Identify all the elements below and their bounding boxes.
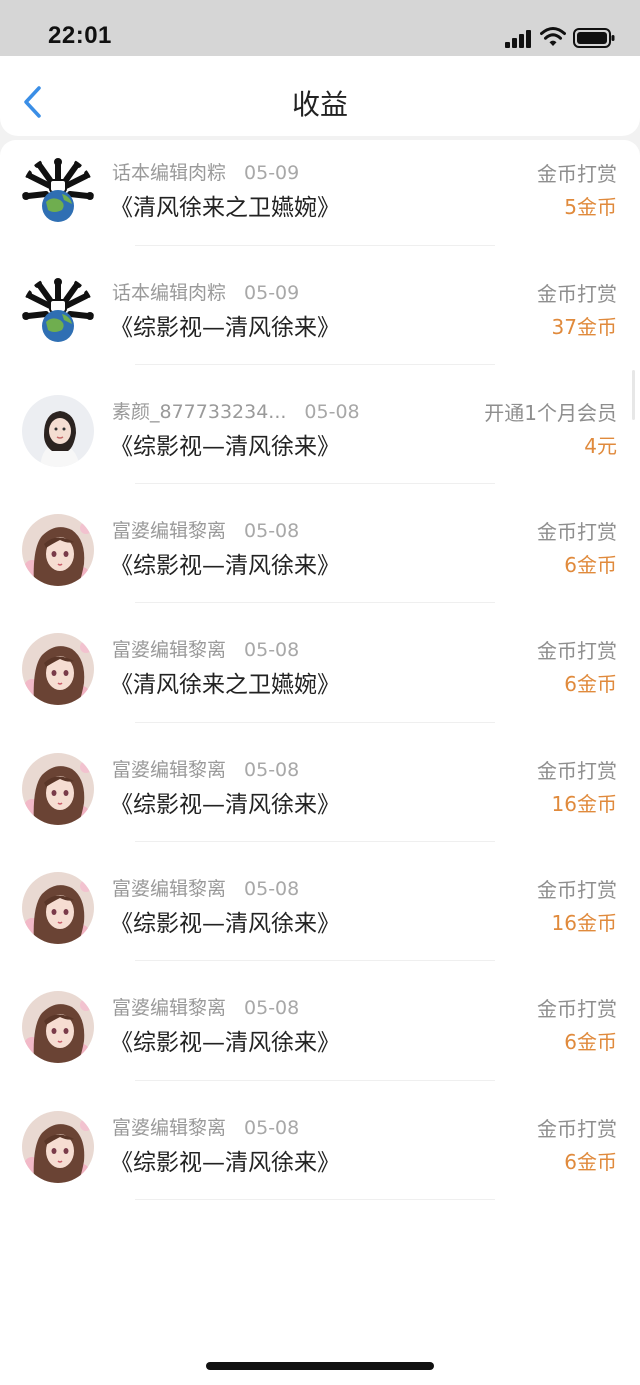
work-title: 《综影视—清风徐来》	[110, 1149, 340, 1176]
income-amount: 37金币	[551, 314, 617, 339]
user-line: 富婆编辑黎离 05-08	[112, 993, 299, 1020]
user-line: 富婆编辑黎离 05-08	[112, 635, 299, 662]
income-type: 开通1个月会员	[484, 400, 617, 425]
avatar[interactable]	[22, 633, 94, 706]
income-list[interactable]: 冰冰点点星光05-09《综影视—清风徐来》开通1个月会员6元 话本编辑肉粽05-…	[0, 140, 640, 1385]
date: 05-08	[304, 400, 360, 423]
income-row[interactable]: 话本编辑肉粽 05-09 《清风徐来之卫嬿婉》 金币打赏 5金币	[0, 140, 640, 246]
date: 05-08	[244, 878, 300, 901]
income-row[interactable]: 富婆编辑黎离 05-08 《综影视—清风徐来》 金币打赏 16金币	[0, 842, 640, 962]
status-time: 22:01	[48, 22, 112, 49]
income-row[interactable]: 富婆编辑黎离 05-08 《清风徐来之卫嬿婉》 金币打赏 6金币	[0, 603, 640, 723]
income-amount: 6金币	[564, 1030, 617, 1055]
user-name: 富婆编辑黎离	[112, 520, 227, 543]
income-type: 金币打赏	[537, 997, 617, 1022]
avatar[interactable]	[22, 752, 94, 825]
income-type: 金币打赏	[537, 758, 617, 783]
user-name: 富婆编辑黎离	[112, 997, 227, 1020]
user-line: 话本编辑肉粽 05-09	[112, 158, 299, 185]
date: 05-09	[244, 281, 300, 304]
income-amount: 4元	[584, 433, 617, 458]
work-title: 《清风徐来之卫嬿婉》	[110, 672, 340, 699]
user-line: 富婆编辑黎离 05-08	[112, 516, 299, 543]
work-title: 《综影视—清风徐来》	[110, 791, 340, 818]
scrollbar[interactable]	[632, 370, 635, 420]
date: 05-08	[244, 1116, 300, 1139]
divider	[135, 1198, 495, 1200]
user-name: 富婆编辑黎离	[112, 878, 227, 901]
user-name: 富婆编辑黎离	[112, 1116, 227, 1139]
user-line: 富婆编辑黎离 05-08	[112, 755, 299, 782]
avatar[interactable]	[22, 156, 94, 229]
work-title: 《综影视—清风徐来》	[110, 911, 340, 938]
date: 05-08	[244, 520, 300, 543]
user-name: 富婆编辑黎离	[112, 758, 227, 781]
user-name: 富婆编辑黎离	[112, 639, 227, 662]
avatar[interactable]	[22, 394, 94, 467]
date: 05-09	[244, 162, 300, 185]
work-title: 《清风徐来之卫嬿婉》	[110, 195, 340, 222]
income-amount: 6金币	[564, 1149, 617, 1174]
income-row[interactable]: 富婆编辑黎离 05-08 《综影视—清风徐来》 金币打赏 6金币	[0, 961, 640, 1081]
income-row[interactable]: 富婆编辑黎离 05-08 《综影视—清风徐来》 金币打赏 16金币	[0, 723, 640, 843]
income-type: 金币打赏	[537, 281, 617, 306]
home-indicator[interactable]	[206, 1362, 434, 1370]
user-line: 话本编辑肉粽 05-09	[112, 278, 299, 305]
income-type: 金币打赏	[537, 878, 617, 903]
status-bar: 22:01	[0, 0, 640, 56]
work-title: 《综影视—清风徐来》	[110, 1030, 340, 1057]
cellular-signal-icon	[505, 30, 531, 48]
income-row[interactable]: 素颜_877733234... 05-08 《综影视—清风徐来》 开通1个月会员 4元	[0, 365, 640, 485]
income-row[interactable]: 富婆编辑黎离 05-08 《综影视—清风徐来》 金币打赏 6金币	[0, 484, 640, 604]
income-amount: 5金币	[564, 195, 617, 220]
income-type: 金币打赏	[537, 520, 617, 545]
work-title: 《综影视—清风徐来》	[110, 553, 340, 580]
income-amount: 6金币	[564, 672, 617, 697]
work-title: 《综影视—清风徐来》	[110, 314, 340, 341]
avatar[interactable]	[22, 275, 94, 348]
user-name: 素颜_877733234...	[112, 400, 287, 423]
user-line: 富婆编辑黎离 05-08	[112, 874, 299, 901]
user-name: 话本编辑肉粽	[112, 162, 227, 185]
income-amount: 16金币	[551, 791, 617, 816]
avatar[interactable]	[22, 991, 94, 1064]
battery-icon	[573, 28, 615, 48]
avatar[interactable]	[22, 1110, 94, 1183]
user-line: 素颜_877733234... 05-08	[112, 397, 360, 424]
income-row[interactable]: 话本编辑肉粽 05-09 《综影视—清风徐来》 金币打赏 37金币	[0, 246, 640, 365]
avatar[interactable]	[22, 514, 94, 587]
income-row[interactable]: 富婆编辑黎离 05-08 《综影视—清风徐来》 金币打赏 6金币	[0, 1081, 640, 1200]
income-amount: 16金币	[551, 911, 617, 936]
navigation-bar: 收益	[0, 56, 640, 136]
user-name: 话本编辑肉粽	[112, 281, 227, 304]
page-title: 收益	[291, 88, 348, 121]
date: 05-08	[244, 758, 300, 781]
wifi-icon	[540, 27, 566, 46]
work-title: 《综影视—清风徐来》	[110, 433, 340, 460]
date: 05-08	[244, 639, 300, 662]
income-type: 金币打赏	[537, 639, 617, 664]
income-type: 金币打赏	[537, 1116, 617, 1141]
date: 05-08	[244, 997, 300, 1020]
user-line: 富婆编辑黎离 05-08	[112, 1113, 299, 1140]
income-type: 金币打赏	[537, 162, 617, 187]
avatar[interactable]	[22, 872, 94, 945]
income-amount: 6金币	[564, 553, 617, 578]
